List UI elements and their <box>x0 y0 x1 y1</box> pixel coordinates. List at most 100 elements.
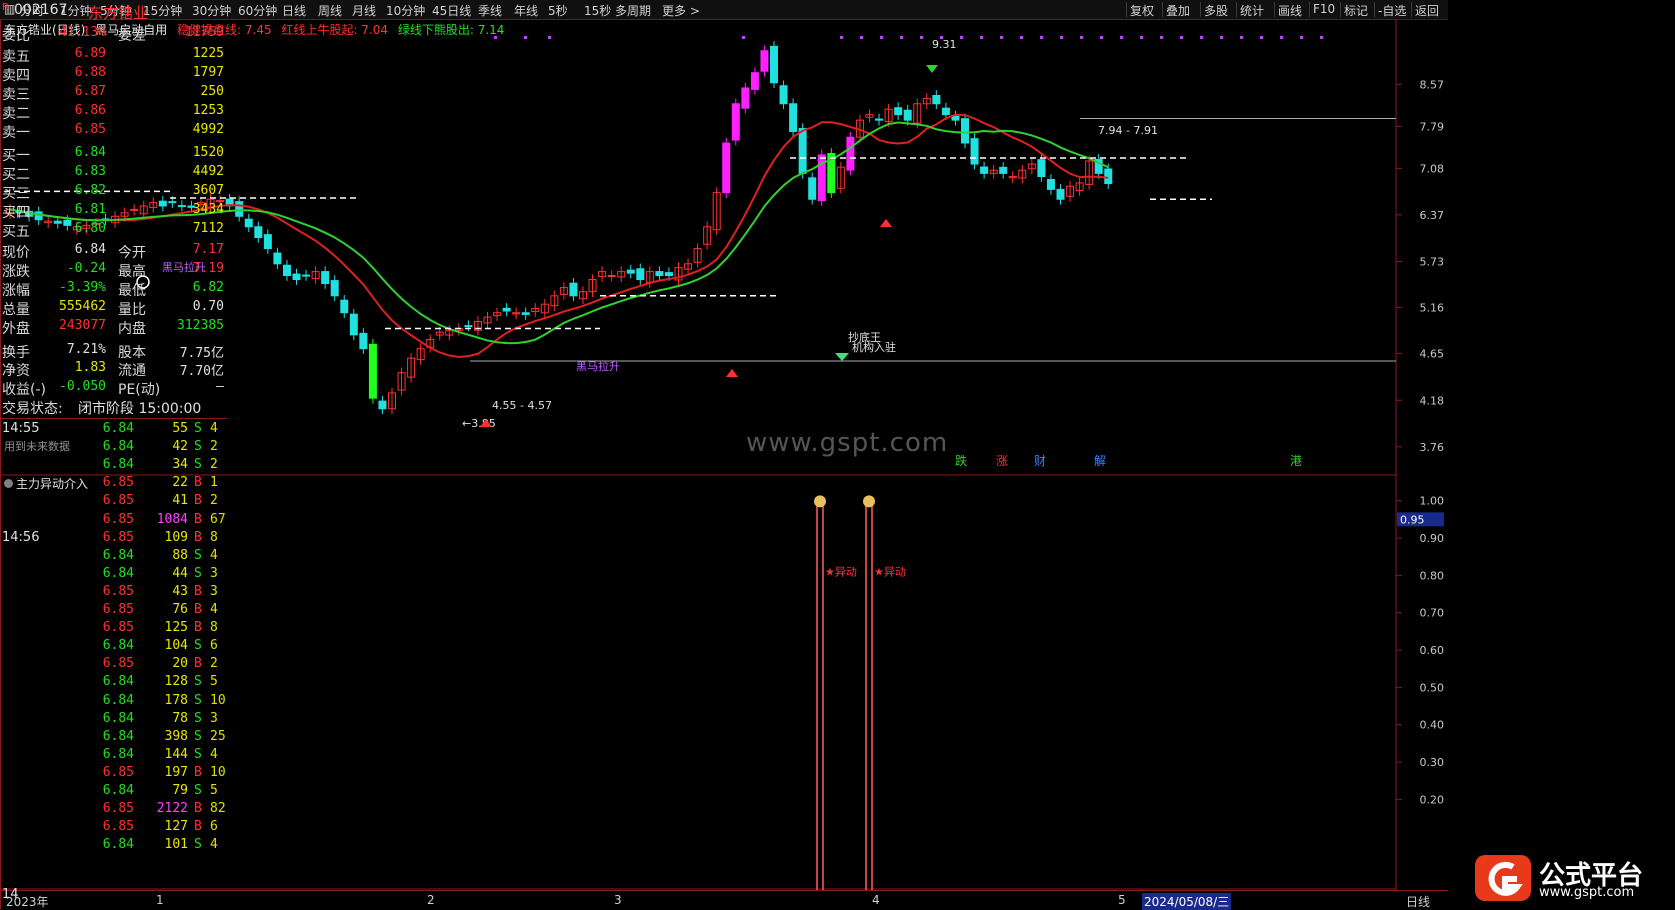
tick-vol: 20 <box>172 656 188 672</box>
weicha-value: 11759 <box>184 25 224 40</box>
heima-label-2: 黑马拉升 <box>576 359 620 373</box>
bid-row-4: 买五 6.80 7112 <box>2 221 224 240</box>
toolbar-separator <box>1236 2 1237 17</box>
bid-price: 6.84 <box>74 145 106 160</box>
sub-y-axis-label: 0.20 <box>1420 793 1445 806</box>
tick-side: B <box>194 620 202 636</box>
tick-extra: 3 <box>210 565 218 581</box>
tick-side: S <box>194 565 202 581</box>
status-row: 交易状态: 闭市阶段 15:00:00 <box>2 398 224 417</box>
candle-body <box>636 268 645 281</box>
candle-body <box>941 107 950 116</box>
tick-side: B <box>194 819 202 835</box>
tick-vol: 76 <box>172 602 188 617</box>
candle-body <box>273 252 282 265</box>
signal-dot <box>1160 36 1163 39</box>
tick-vol: 144 <box>164 746 188 762</box>
tick-side: B <box>194 475 202 491</box>
bid-row-1: 买二 6.83 4492 <box>2 163 224 183</box>
period-tab-7[interactable]: 周线 <box>318 2 342 19</box>
tick-extra: 2 <box>210 439 218 455</box>
period-tab-9[interactable]: 10分钟 <box>386 2 425 19</box>
tick-side: S <box>194 837 202 853</box>
candle-body <box>846 136 855 171</box>
candle-body <box>359 332 368 350</box>
bid-vol: 4492 <box>192 163 224 179</box>
candle-body <box>999 166 1008 174</box>
tick-row-4: 6.85 41 B 2 <box>0 493 222 511</box>
watermark: www.gspt.com <box>746 428 949 458</box>
y-axis-label: 5.73 <box>1420 255 1445 268</box>
period-tab-13[interactable]: 5秒 <box>548 2 568 19</box>
weicha-label: 委差 <box>118 28 146 44</box>
toolbar-btn-7[interactable]: -自选 <box>1378 2 1406 19</box>
stat-value-1: 555462 <box>59 298 106 314</box>
toolbar-btn-0[interactable]: 复权 <box>1130 2 1154 19</box>
tick-price: 6.84 <box>102 728 134 744</box>
bid-label: 买一 <box>2 148 30 164</box>
period-tab-10[interactable]: 45日线 <box>432 2 471 19</box>
period-tab-6[interactable]: 日线 <box>282 2 306 19</box>
stat-row-2: 涨幅 -3.39% 最低 6.82 <box>2 280 224 299</box>
signal-dot <box>524 36 527 39</box>
signal-dot <box>1200 36 1203 39</box>
tick-row-13: 6.85 20 B 2 <box>0 656 222 674</box>
bid-price: 6.83 <box>74 163 106 179</box>
stat-value-2: 7.75亿 <box>179 345 224 361</box>
jigou-label: 机构入驻 <box>852 340 896 354</box>
tick-extra: 6 <box>210 638 218 654</box>
candle-body <box>722 142 731 194</box>
ask-row-2: 卖三 6.87 250 <box>2 84 224 103</box>
signal-label-1: ★异动 <box>874 566 906 579</box>
period-tab-15[interactable]: 多周期 <box>615 2 651 19</box>
candle-body <box>779 85 788 105</box>
tick-price: 6.85 <box>102 511 134 527</box>
period-tab-8[interactable]: 月线 <box>352 2 376 19</box>
toolbar-btn-8[interactable]: 返回 <box>1415 2 1439 19</box>
ask-price: 6.89 <box>74 46 106 61</box>
tick-row-8: 6.84 44 S 3 <box>0 566 222 584</box>
ask-row-1: 卖四 6.88 1797 <box>2 65 224 84</box>
candle-body <box>302 274 311 277</box>
toolbar-btn-4[interactable]: 画线 <box>1278 2 1302 19</box>
tick-vol: 55 <box>172 421 188 436</box>
sub-y-axis-label: 0.50 <box>1420 681 1445 694</box>
candle-body <box>521 312 530 315</box>
candle-body <box>664 272 673 277</box>
tick-price: 6.84 <box>102 638 134 654</box>
candle-body <box>741 87 750 109</box>
candle-body <box>235 201 244 217</box>
stat-label-2: PE(动) <box>118 382 161 399</box>
period-label[interactable]: 日线 <box>1406 893 1430 910</box>
toolbar-btn-1[interactable]: 叠加 <box>1166 2 1190 19</box>
candle-body <box>932 94 941 105</box>
candle-body <box>760 50 769 72</box>
ask-label: 卖五 <box>2 49 30 65</box>
tick-extra: 4 <box>210 421 218 436</box>
toolbar-btn-6[interactable]: 标记 <box>1344 2 1368 19</box>
period-tab-12[interactable]: 年线 <box>514 2 538 19</box>
tick-vol: 398 <box>164 728 188 744</box>
tick-vol: 125 <box>164 620 188 636</box>
tick-side: S <box>194 421 202 436</box>
stat-row-3: 总量 555462 量比 0.70 <box>2 298 224 318</box>
toolbar-btn-3[interactable]: 统计 <box>1240 2 1264 19</box>
period-tab-11[interactable]: 季线 <box>478 2 502 19</box>
ask-row-0: 卖五 6.89 1225 <box>2 46 224 65</box>
signal-dot <box>1040 36 1043 39</box>
period-tab-16[interactable]: 更多 > <box>662 2 700 19</box>
toolbar-btn-2[interactable]: 多股 <box>1204 2 1228 19</box>
candle-body <box>980 166 989 174</box>
line2-value: 红线上牛股起: 7.04 <box>281 23 389 37</box>
period-tab-5[interactable]: 60分钟 <box>238 2 277 19</box>
signal-dot <box>840 36 843 39</box>
sub-y-axis-label: 0.90 <box>1420 532 1445 545</box>
toolbar-btn-5[interactable]: F10 <box>1313 2 1335 16</box>
bid-row-2: 买三 6.82 3607 <box>2 183 224 202</box>
tick-side: S <box>194 457 202 473</box>
divider <box>0 418 227 419</box>
tick-extra: 25 <box>210 728 226 744</box>
stat-value-2: 0.70 <box>192 298 224 314</box>
tick-extra: 10 <box>210 692 226 708</box>
period-tab-14[interactable]: 15秒 <box>584 2 611 19</box>
